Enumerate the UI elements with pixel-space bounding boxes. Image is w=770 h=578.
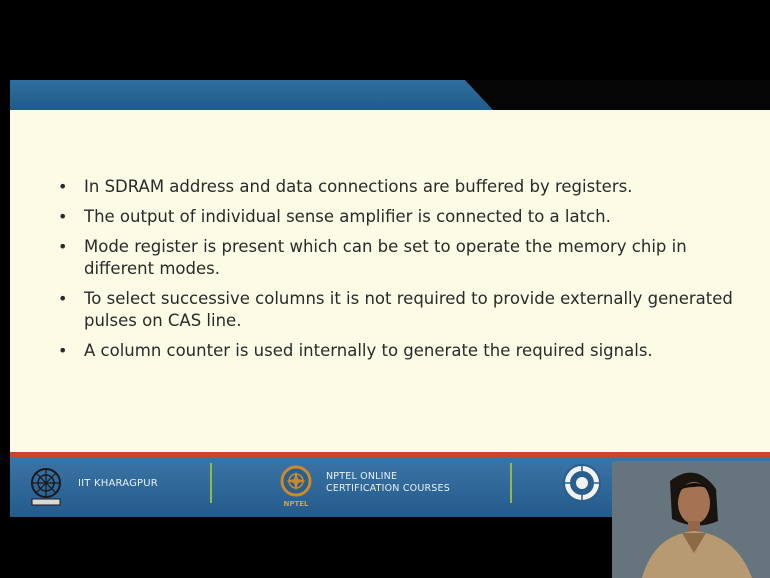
bullet-text: In SDRAM address and data connections ar… [84,177,633,196]
bullet-list: • In SDRAM address and data connections … [58,176,738,370]
bullet-item: • A column counter is used internally to… [58,340,738,362]
bullet-item: • In SDRAM address and data connections … [58,176,738,198]
bullet-text: Mode register is present which can be se… [84,237,687,278]
bullet-marker: • [58,207,68,226]
bullet-text: A column counter is used internally to g… [84,341,653,360]
bullet-item: • Mode register is present which can be … [58,236,738,280]
presenter-video-inset [612,461,770,578]
video-frame: • In SDRAM address and data connections … [10,8,770,578]
nptel-logo-icon: NPTEL [280,465,312,508]
bullet-marker: • [58,341,68,360]
bullet-marker: • [58,289,68,308]
bullet-text: To select successive columns it is not r… [84,289,733,330]
institute-label: IIT KHARAGPUR [78,478,158,489]
nptel-line-2: CERTIFICATION COURSES [326,483,450,494]
footer-divider [210,463,212,503]
slide-header-dark-corner [465,80,770,110]
bullet-text: The output of individual sense amplifier… [84,207,611,226]
nptel-logo-text: NPTEL [283,500,309,508]
presenter-picture [612,461,770,578]
top-black-bar [10,8,770,80]
nptel-line-1: NPTEL ONLINE [326,471,398,482]
footer-divider [510,463,512,503]
slide-body: • In SDRAM address and data connections … [10,110,770,452]
bullet-item: • The output of individual sense amplifi… [58,206,738,228]
institute-seal-icon [563,464,601,502]
bullet-marker: • [58,177,68,196]
iit-kharagpur-logo-icon [31,468,61,506]
bullet-item: • To select successive columns it is not… [58,288,738,332]
bullet-marker: • [58,237,68,256]
